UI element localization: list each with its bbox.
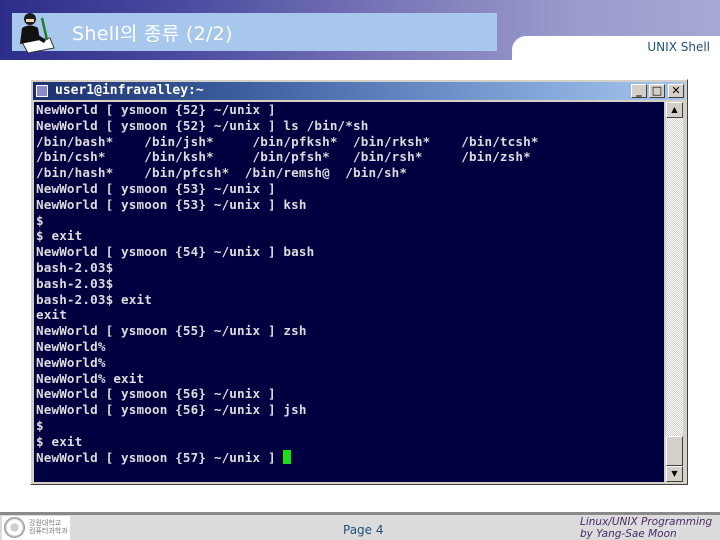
terminal-line: NewWorld [ ysmoon {56} ~/unix ] bbox=[36, 386, 276, 402]
scroll-down-button[interactable]: ▼ bbox=[666, 466, 683, 482]
terminal-line: bash-2.03$ bbox=[36, 259, 114, 275]
terminal-line: $ exit bbox=[36, 433, 83, 449]
terminal-line: bash-2.03$ exit bbox=[36, 291, 152, 307]
course-title: Linux/UNIX Programming bbox=[580, 516, 713, 528]
window-titlebar[interactable]: user1@infravalley:~ _ □ ✕ bbox=[33, 82, 685, 100]
window-title: user1@infravalley:~ bbox=[55, 83, 204, 98]
maximize-button[interactable]: □ bbox=[649, 84, 665, 98]
terminal-line: NewWorld [ ysmoon {53} ~/unix ] ksh bbox=[36, 196, 307, 212]
close-button[interactable]: ✕ bbox=[668, 84, 684, 98]
terminal-line: $ bbox=[36, 212, 44, 228]
terminal-line: NewWorld [ ysmoon {56} ~/unix ] jsh bbox=[36, 402, 307, 418]
terminal-line: /bin/hash* /bin/pfcsh* /bin/remsh@ /bin/… bbox=[36, 165, 408, 181]
terminal-line: NewWorld [ ysmoon {54} ~/unix ] bash bbox=[36, 244, 315, 260]
terminal-line: bash-2.03$ bbox=[36, 275, 114, 291]
terminal-line: $ exit bbox=[36, 228, 83, 244]
course-credit: Linux/UNIX Programming by Yang-Sae Moon bbox=[580, 516, 712, 540]
slide-footer: 강원대학교 컴퓨터과학과 Page 4 Linux/UNIX Programmi… bbox=[0, 512, 720, 540]
terminal-line: /bin/csh* /bin/ksh* /bin/pfsh* /bin/rsh*… bbox=[36, 149, 531, 165]
presenter-with-pen-icon bbox=[20, 13, 55, 54]
terminal-window[interactable]: user1@infravalley:~ _ □ ✕ NewWorld [ ysm… bbox=[30, 79, 688, 485]
university-logo: 강원대학교 컴퓨터과학과 bbox=[2, 516, 70, 540]
vertical-scrollbar[interactable]: ▲ ▼ bbox=[666, 102, 683, 482]
page-number: Page 4 bbox=[343, 523, 384, 537]
minimize-button[interactable]: _ bbox=[631, 84, 647, 98]
terminal-line: NewWorld [ ysmoon {57} ~/unix ] bbox=[34, 449, 664, 466]
terminal-cursor bbox=[283, 449, 292, 464]
author-credit: by Yang-Sae Moon bbox=[580, 528, 677, 540]
terminal-line: $ bbox=[36, 417, 44, 433]
university-name: 강원대학교 bbox=[29, 519, 62, 527]
terminal-line: NewWorld [ ysmoon {53} ~/unix ] bbox=[36, 180, 276, 196]
scrollbar-thumb[interactable] bbox=[666, 436, 683, 466]
terminal-line: NewWorld% bbox=[36, 338, 106, 354]
university-seal-icon bbox=[4, 517, 25, 538]
scroll-up-button[interactable]: ▲ bbox=[666, 102, 683, 118]
section-label: UNIX Shell bbox=[647, 40, 710, 54]
terminal-line: NewWorld [ ysmoon {52} ~/unix ] ls /bin/… bbox=[36, 117, 369, 133]
terminal-line: NewWorld% exit bbox=[36, 370, 145, 386]
slide-title: Shell의 종류 (2/2) bbox=[72, 23, 233, 45]
terminal-app-icon[interactable] bbox=[36, 85, 48, 97]
terminal-line: /bin/bash* /bin/jsh* /bin/pfksh* /bin/rk… bbox=[36, 133, 539, 149]
terminal-line: exit bbox=[36, 307, 67, 323]
department-name: 컴퓨터과학과 bbox=[29, 527, 68, 535]
terminal-line: NewWorld% bbox=[36, 354, 106, 370]
terminal-line: NewWorld [ ysmoon {52} ~/unix ] bbox=[36, 102, 276, 117]
terminal-line: NewWorld [ ysmoon {55} ~/unix ] zsh bbox=[36, 323, 307, 339]
terminal-output[interactable]: NewWorld [ ysmoon {52} ~/unix ] NewWorld … bbox=[34, 102, 664, 482]
